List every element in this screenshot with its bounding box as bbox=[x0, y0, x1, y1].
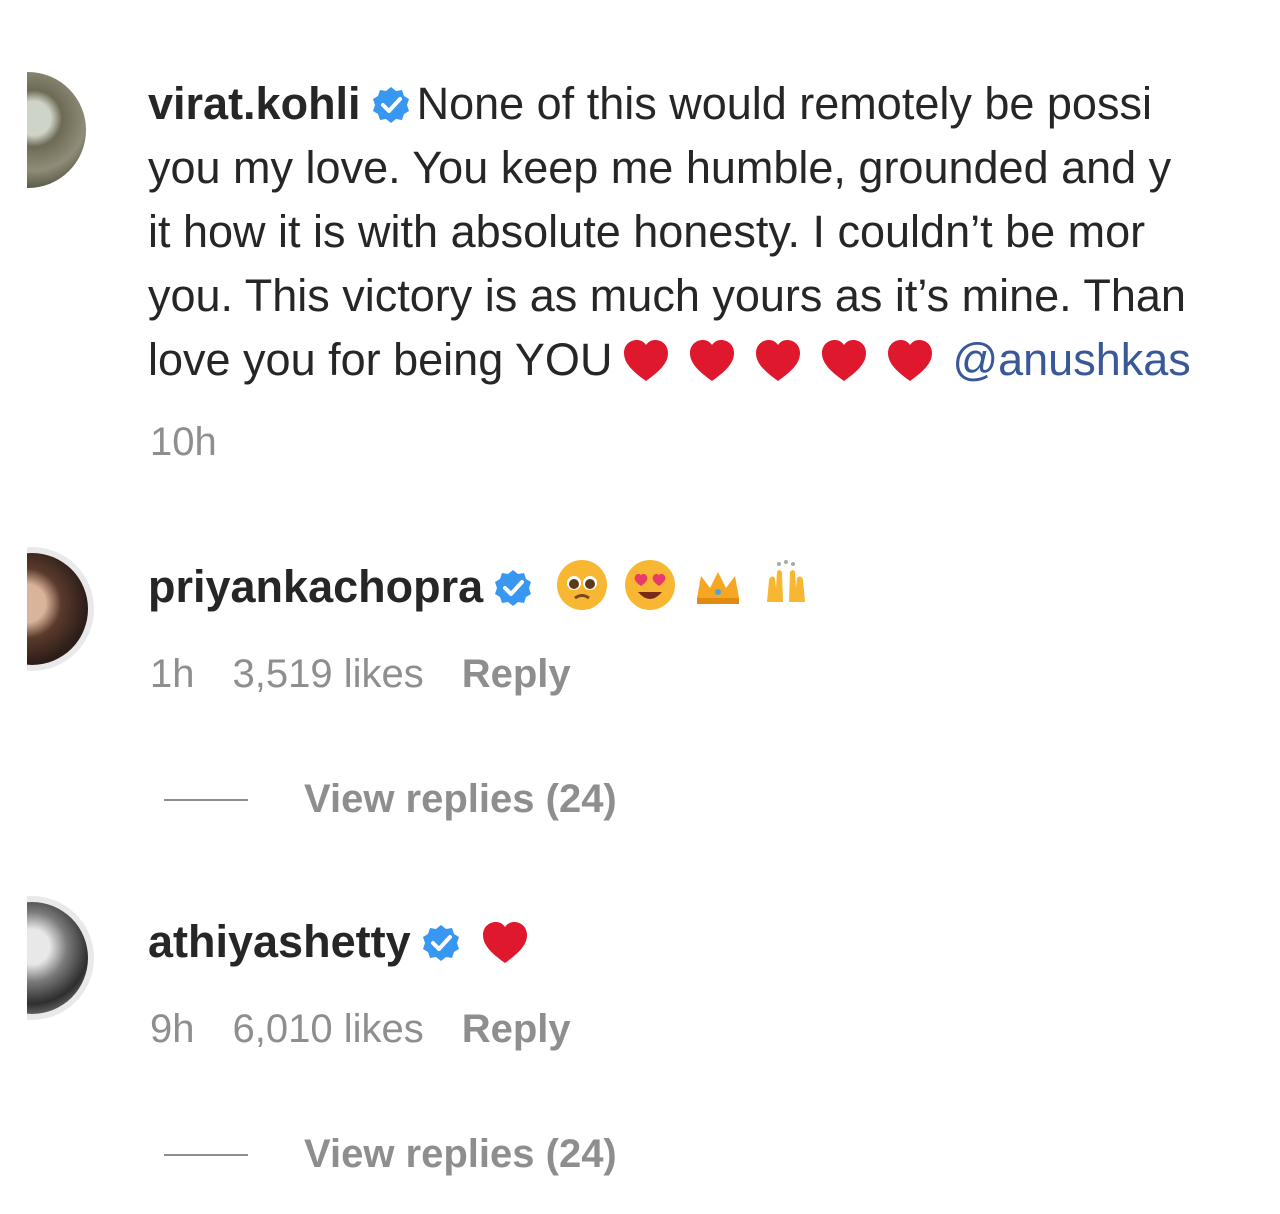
raising-hands-icon bbox=[767, 560, 806, 602]
divider-line bbox=[164, 1153, 248, 1156]
red-heart-icon bbox=[756, 340, 801, 381]
reply-button[interactable]: Reply bbox=[462, 652, 571, 696]
verified-badge-icon bbox=[495, 570, 532, 606]
username[interactable]: virat.kohli bbox=[148, 78, 361, 129]
pleading-face-icon bbox=[557, 560, 608, 610]
comment: priyankachopra bbox=[148, 555, 827, 619]
verified-badge-icon bbox=[422, 925, 459, 961]
username[interactable]: priyankachopra bbox=[148, 561, 483, 612]
heart-eyes-face-icon bbox=[625, 560, 676, 610]
red-heart-icon bbox=[690, 340, 735, 381]
comment-meta: 1h 3,519 likes Reply bbox=[150, 652, 609, 697]
left-edge-mask bbox=[0, 0, 27, 1214]
timestamp[interactable]: 9h bbox=[150, 1007, 195, 1051]
verified-badge-icon bbox=[372, 87, 409, 123]
reply-button[interactable]: Reply bbox=[462, 1007, 571, 1051]
view-replies-label: View replies (24) bbox=[304, 1132, 617, 1176]
username[interactable]: athiyashetty bbox=[148, 916, 411, 967]
red-heart-icon bbox=[482, 922, 527, 963]
comment-text-line: you my love. You keep me humble, grounde… bbox=[148, 142, 1172, 193]
view-replies-label: View replies (24) bbox=[304, 777, 617, 821]
comment-meta: 9h 6,010 likes Reply bbox=[150, 1007, 609, 1052]
comment-text-line: love you for being YOU bbox=[148, 334, 613, 385]
timestamp[interactable]: 1h bbox=[150, 652, 195, 696]
red-heart-icon bbox=[888, 340, 933, 381]
red-heart-icon bbox=[624, 340, 669, 381]
view-replies-button[interactable]: View replies (24) bbox=[164, 777, 617, 822]
comment-text-line: it how it is with absolute honesty. I co… bbox=[148, 206, 1146, 257]
divider-line bbox=[164, 798, 248, 801]
comment: athiyashetty bbox=[148, 910, 547, 974]
comment-text-line: None of this would remotely be possi bbox=[416, 78, 1152, 129]
timestamp[interactable]: 10h bbox=[150, 420, 217, 464]
like-count[interactable]: 6,010 likes bbox=[233, 1007, 424, 1051]
comment-meta: 10h bbox=[150, 420, 255, 465]
crown-icon bbox=[697, 572, 740, 604]
comment-text-line: you. This victory is as much yours as it… bbox=[148, 270, 1186, 321]
view-replies-button[interactable]: View replies (24) bbox=[164, 1132, 617, 1177]
red-heart-icon bbox=[822, 340, 867, 381]
caption-comment: virat.kohli None of this would remotely b… bbox=[148, 72, 1252, 394]
like-count[interactable]: 3,519 likes bbox=[233, 652, 424, 696]
mention-link[interactable]: @anushkas bbox=[952, 334, 1190, 385]
